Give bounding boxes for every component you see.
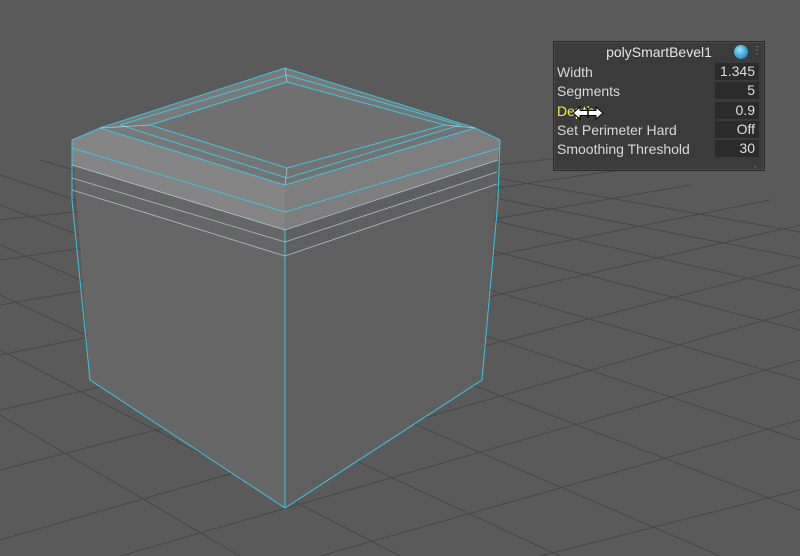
attribute-label[interactable]: Set Perimeter Hard [557, 121, 677, 139]
attribute-value-field[interactable]: 5 [715, 82, 759, 100]
node-sphere-icon[interactable] [734, 45, 748, 59]
hud-row-segments[interactable]: Segments 5 [554, 81, 764, 100]
resize-grip-icon[interactable]: ⠄ [753, 161, 760, 170]
hud-title-bar: polySmartBevel1 ⋮ [554, 42, 764, 62]
attribute-value-field[interactable]: 0.9 [715, 101, 759, 119]
hud-row-smoothing-threshold[interactable]: Smoothing Threshold 30 [554, 139, 764, 158]
node-name-label: polySmartBevel1 [606, 44, 712, 60]
attribute-value-field[interactable]: Off [715, 120, 759, 138]
attribute-label[interactable]: Segments [557, 82, 620, 100]
attribute-value-field[interactable]: 1.345 [715, 63, 759, 80]
menu-dots-icon[interactable]: ⋮ [752, 45, 762, 57]
attribute-value-field[interactable]: 30 [715, 140, 759, 158]
beveled-cube[interactable] [71, 67, 501, 509]
hud-row-width[interactable]: Width 1.345 [554, 62, 764, 81]
attribute-label[interactable]: Smoothing Threshold [557, 140, 690, 158]
attribute-label[interactable]: Width [557, 63, 593, 81]
hud-row-set-perimeter-hard[interactable]: Set Perimeter Hard Off [554, 120, 764, 139]
horizontal-drag-cursor-icon [572, 105, 604, 121]
